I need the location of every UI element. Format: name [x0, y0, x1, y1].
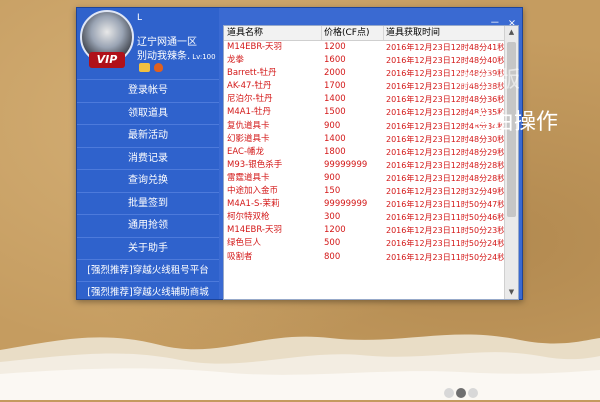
item-price-cell: 300 — [324, 212, 341, 223]
column-header-name[interactable]: 道具名称 — [224, 26, 322, 40]
item-name-cell: 绿色巨人 — [227, 238, 262, 249]
user-level: Lv:100 — [192, 53, 216, 61]
menu-item-batch-checkin[interactable]: 批量签到 — [77, 191, 219, 215]
table-row[interactable]: 吸割者 800 2016年12月23日11时50分24秒 — [224, 251, 505, 264]
watermark-text-2: 自由操作 — [470, 110, 559, 135]
menu-item-events[interactable]: 最新活动 — [77, 124, 219, 147]
item-name-cell: M4A1-S-茉莉 — [227, 199, 280, 210]
item-name-cell: AK-47-牡丹 — [227, 81, 272, 92]
item-price-cell: 2000 — [324, 68, 346, 79]
item-time-cell: 2016年12月23日12时48分28秒 — [386, 160, 506, 170]
item-name-cell: M14EBR-天羽 — [227, 225, 282, 236]
profile-card: VIP L 辽宁网通一区 别动我辣条. Lv:100 — [77, 8, 219, 78]
table-row[interactable]: 绿色巨人 500 2016年12月23日11时50分24秒 — [224, 237, 505, 250]
sidebar-menu: 登录帐号 领取道具 最新活动 消费记录 查询兑换 批量签到 通用抢领 关于助手 … — [77, 79, 219, 303]
item-name-cell: 幻影道具卡 — [227, 133, 270, 144]
gift-icon[interactable] — [139, 63, 150, 72]
scroll-up-arrow-icon[interactable]: ▲ — [505, 26, 518, 39]
item-name-cell: 复仇道具卡 — [227, 120, 270, 131]
app-window: VIP L 辽宁网通一区 别动我辣条. Lv:100 登录帐号 领取道具 最新活动… — [76, 7, 523, 300]
item-price-cell: 800 — [324, 251, 341, 262]
item-price-cell: 500 — [324, 238, 341, 249]
item-price-cell: 1400 — [324, 133, 346, 144]
menu-item-spending-records[interactable]: 消费记录 — [77, 146, 219, 170]
wave-decoration — [0, 334, 600, 400]
carousel-dot[interactable] — [456, 388, 466, 398]
item-name-cell: EAC-幡龙 — [227, 146, 265, 157]
table-row[interactable]: 雷霆道具卡 900 2016年12月23日12时48分28秒 — [224, 172, 505, 185]
user-signature-line: 别动我辣条. Lv:100 — [137, 47, 216, 62]
item-time-cell: 2016年12月23日11时50分24秒 — [386, 239, 506, 249]
item-price-cell: 1700 — [324, 81, 346, 92]
item-name-cell: M14EBR-天羽 — [227, 42, 282, 52]
item-time-cell: 2016年12月23日12时48分29秒 — [386, 147, 506, 157]
menu-item-redeem-query[interactable]: 查询兑换 — [77, 169, 219, 192]
item-time-cell: 2016年12月23日12时32分49秒 — [386, 187, 506, 197]
table-row[interactable]: M93-银色杀手 99999999 2016年12月23日12时48分28秒 — [224, 159, 505, 172]
fire-icon[interactable] — [154, 63, 163, 72]
item-name-cell: 雷霆道具卡 — [227, 172, 270, 183]
menu-item-general-grab[interactable]: 通用抢领 — [77, 214, 219, 237]
window-controls: － × — [489, 11, 518, 29]
item-time-cell: 2016年12月23日11时50分46秒 — [386, 213, 506, 223]
scroll-down-arrow-icon[interactable]: ▼ — [505, 286, 518, 299]
item-price-cell: 150 — [324, 186, 341, 197]
table-row[interactable]: 尼泊尔-牡丹 1400 2016年12月23日12时48分36秒 — [224, 93, 505, 106]
username: L — [137, 13, 143, 23]
item-name-cell: 中途加入金币 — [227, 186, 279, 197]
promo-link-mall[interactable]: [强烈推荐]穿越火线辅助商城 — [77, 281, 219, 303]
item-time-cell: 2016年12月23日12时48分41秒 — [386, 43, 506, 52]
item-price-cell: 99999999 — [324, 199, 368, 210]
list-header: 道具名称 价格(CF点) 道具获取时间 — [224, 26, 505, 41]
watermark-text-1: 体验版 — [452, 68, 522, 93]
item-price-cell: 1600 — [324, 55, 346, 66]
item-price-cell: 1800 — [324, 146, 346, 157]
table-row[interactable]: 柯尔特双枪 300 2016年12月23日11时50分46秒 — [224, 211, 505, 224]
table-row[interactable]: M4A1-S-茉莉 99999999 2016年12月23日11时50分47秒 — [224, 198, 505, 211]
table-row[interactable]: 复仇道具卡 900 2016年12月23日12时48分34秒 — [224, 120, 505, 133]
item-price-cell: 1200 — [324, 225, 346, 236]
item-time-cell: 2016年12月23日12时48分28秒 — [386, 173, 506, 183]
carousel-dots — [444, 383, 480, 402]
table-row[interactable]: M14EBR-天羽 1200 2016年12月23日12时48分41秒 — [224, 41, 505, 54]
column-header-time[interactable]: 道具获取时间 — [383, 26, 505, 40]
column-header-price[interactable]: 价格(CF点) — [321, 26, 384, 40]
menu-item-login[interactable]: 登录帐号 — [77, 79, 219, 102]
table-row[interactable]: 中途加入金币 150 2016年12月23日12时32分49秒 — [224, 185, 505, 198]
carousel-dot[interactable] — [444, 388, 454, 398]
server-name: 辽宁网通一区 — [137, 37, 197, 48]
carousel-dot[interactable] — [468, 388, 478, 398]
item-price-cell: 99999999 — [324, 159, 368, 170]
item-time-cell: 2016年12月23日11时50分47秒 — [386, 200, 506, 210]
table-row[interactable]: M4A1-牡丹 1500 2016年12月23日12时48分35秒 — [224, 106, 505, 119]
item-price-cell: 1200 — [324, 42, 346, 52]
item-name-cell: Barrett-牡丹 — [227, 68, 277, 79]
menu-item-about[interactable]: 关于助手 — [77, 236, 219, 260]
item-time-cell: 2016年12月23日11时50分23秒 — [386, 226, 506, 236]
item-name-cell: 龙拳 — [227, 55, 245, 66]
user-signature: 别动我辣条. — [137, 51, 191, 62]
sidebar: VIP L 辽宁网通一区 别动我辣条. Lv:100 登录帐号 领取道具 最新活动… — [77, 8, 219, 299]
item-name-cell: M93-银色杀手 — [227, 159, 283, 170]
item-price-cell: 1500 — [324, 107, 346, 118]
item-name-cell: 柯尔特双枪 — [227, 212, 270, 223]
table-row[interactable]: EAC-幡龙 1800 2016年12月23日12时48分29秒 — [224, 146, 505, 159]
promo-link-rental[interactable]: [强烈推荐]穿越火线租号平台 — [77, 259, 219, 281]
table-row[interactable]: 幻影道具卡 1400 2016年12月23日12时48分30秒 — [224, 133, 505, 146]
item-name-cell: 吸割者 — [227, 251, 253, 262]
item-time-cell: 2016年12月23日11时50分24秒 — [386, 252, 506, 262]
item-name-cell: M4A1-牡丹 — [227, 107, 272, 118]
content-panel: － × 道具名称 价格(CF点) 道具获取时间 M14EBR-天羽 1200 201… — [219, 8, 522, 300]
item-price-cell: 900 — [324, 172, 341, 183]
item-name-cell: 尼泊尔-牡丹 — [227, 94, 273, 105]
table-row[interactable]: M14EBR-天羽 1200 2016年12月23日11时50分23秒 — [224, 224, 505, 237]
item-price-cell: 1400 — [324, 94, 346, 105]
vip-badge: VIP — [89, 52, 125, 68]
item-price-cell: 900 — [324, 120, 341, 131]
menu-item-claim-items[interactable]: 领取道具 — [77, 101, 219, 125]
